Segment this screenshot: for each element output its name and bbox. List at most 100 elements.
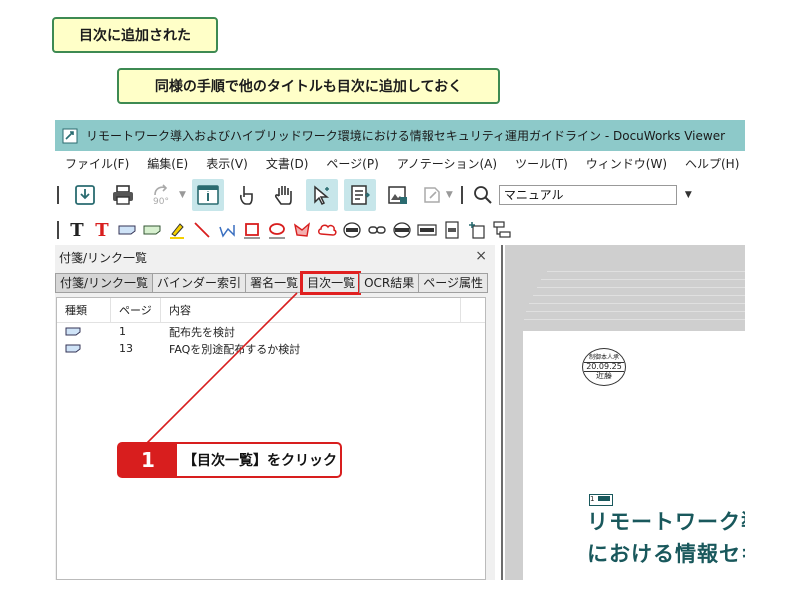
- column-header-page[interactable]: ページ: [111, 298, 161, 322]
- menu-bar: ファイル(F) 編集(E) 表示(V) 文書(D) ページ(P) アノテーション…: [55, 151, 745, 175]
- table-row[interactable]: 13 FAQを別途配布するか検討: [57, 340, 485, 357]
- page-size-a4-icon[interactable]: [442, 220, 462, 240]
- print-button[interactable]: [107, 179, 139, 211]
- search-dropdown-chevron-icon[interactable]: ▼: [685, 190, 692, 200]
- row-content: FAQを別途配布するか検討: [169, 342, 301, 356]
- doc-number-badge: 1: [589, 494, 613, 506]
- date-stamp-icon[interactable]: [392, 220, 412, 240]
- sticky-note-green-icon[interactable]: [142, 220, 162, 240]
- tab-signature-list[interactable]: 署名一覧: [245, 273, 303, 293]
- line-icon[interactable]: [192, 220, 212, 240]
- document-viewer: 制御本人承 20.09.25 近藤 1 リモートワーク導 における情報セキ: [505, 245, 745, 580]
- search-icon: [473, 185, 493, 205]
- sticky-note-blue-icon[interactable]: [117, 220, 137, 240]
- step-callout: 1 【目次一覧】をクリック: [117, 442, 342, 478]
- link-icon[interactable]: [367, 220, 387, 240]
- rectangle-icon[interactable]: [242, 220, 262, 240]
- step-number: 1: [119, 444, 177, 476]
- cursor-arrow-icon: [314, 185, 329, 206]
- page-stack-edge: [533, 295, 745, 296]
- save-button[interactable]: [69, 179, 101, 211]
- menu-tools[interactable]: ツール(T): [505, 155, 576, 172]
- annotation-toolbar: T T: [55, 216, 745, 244]
- annotation-list: 種類 ページ 内容 1 配布先を検討 13 FAQを別途配布するか検討: [56, 297, 486, 580]
- app-window: リモートワーク導入およびハイブリッドワーク環境における情報セキュリティ運用ガイド…: [55, 120, 745, 580]
- menu-window[interactable]: ウィンドウ(W): [576, 155, 675, 172]
- select-tool-button[interactable]: [305, 179, 338, 211]
- table-row[interactable]: 1 配布先を検討: [57, 323, 485, 340]
- touch-finger-icon: [239, 186, 253, 205]
- page-stack-edge: [524, 319, 745, 320]
- document-page[interactable]: 制御本人承 20.09.25 近藤 1 リモートワーク導 における情報セキ: [523, 331, 745, 580]
- polygon-icon[interactable]: [292, 220, 312, 240]
- date-icon[interactable]: [417, 220, 437, 240]
- document-lines-icon: [351, 185, 370, 205]
- toolbar-separator: [460, 186, 463, 204]
- panel-splitter[interactable]: [501, 245, 503, 580]
- doc-number: 1: [590, 495, 595, 503]
- page-stack-edge: [541, 279, 745, 280]
- printer-icon: [113, 185, 133, 205]
- callout-repeat: 同様の手順で他のタイトルも目次に追加しておく: [117, 68, 500, 104]
- cloud-icon[interactable]: [317, 220, 337, 240]
- approval-stamp[interactable]: 制御本人承 20.09.25 近藤: [582, 348, 626, 386]
- stamp-name: 近藤: [596, 371, 612, 380]
- ellipse-icon[interactable]: [267, 220, 287, 240]
- chevron-down-icon[interactable]: ▼: [179, 190, 186, 200]
- tab-table-of-contents[interactable]: 目次一覧: [300, 271, 362, 295]
- hand-tool-button[interactable]: [268, 179, 300, 211]
- text-annotation-icon[interactable]: T: [67, 220, 87, 241]
- row-page: 13: [119, 342, 133, 355]
- stamp-icon[interactable]: [342, 220, 362, 240]
- step-text: 【目次一覧】をクリック: [183, 453, 337, 469]
- menu-help[interactable]: ヘルプ(H): [675, 155, 745, 172]
- menu-page[interactable]: ページ(P): [316, 155, 386, 172]
- tab-page-attributes[interactable]: ページ属性: [418, 273, 489, 293]
- page-stack-edge: [537, 287, 745, 288]
- list-header: 種類 ページ 内容: [57, 298, 485, 323]
- rotate-icon: [154, 184, 168, 196]
- main-toolbar: 90° ▼ ▼ ▼: [55, 176, 745, 214]
- menu-file[interactable]: ファイル(F): [55, 155, 137, 172]
- image-button[interactable]: [382, 179, 414, 211]
- tab-annotation-link-list[interactable]: 付箋/リンク一覧: [55, 273, 153, 293]
- sticky-note-icon: [57, 327, 111, 336]
- info-button[interactable]: [191, 179, 224, 211]
- rotate-button[interactable]: 90°: [145, 179, 177, 211]
- row-page: 1: [119, 325, 126, 338]
- add-bookmark-icon[interactable]: [467, 220, 487, 240]
- highlighter-icon[interactable]: [167, 220, 187, 240]
- save-icon: [75, 185, 95, 205]
- toolbar-separator: [57, 186, 59, 204]
- info-window-icon: [197, 185, 219, 205]
- menu-edit[interactable]: 編集(E): [137, 155, 196, 172]
- doc-title-line2: における情報セキ: [587, 542, 745, 566]
- toolbar-separator: [57, 221, 59, 239]
- column-header-type[interactable]: 種類: [57, 298, 111, 322]
- menu-annotation[interactable]: アノテーション(A): [387, 155, 505, 172]
- window-title: リモートワーク導入およびハイブリッドワーク環境における情報セキュリティ運用ガイド…: [86, 129, 726, 143]
- tab-binder-index[interactable]: バインダー索引: [152, 273, 246, 293]
- red-text-annotation-icon[interactable]: T: [92, 220, 112, 241]
- pen-gray-icon: [424, 187, 440, 203]
- touch-button[interactable]: [230, 179, 262, 211]
- page-stack-edge: [526, 311, 745, 312]
- tree-structure-icon[interactable]: [492, 220, 512, 240]
- text-select-button[interactable]: [343, 179, 376, 211]
- search-input[interactable]: [498, 185, 677, 205]
- column-header-content[interactable]: 内容: [161, 298, 461, 322]
- menu-document[interactable]: 文書(D): [256, 155, 317, 172]
- panel-header: 付箋/リンク一覧 ×: [55, 245, 495, 269]
- docuworks-app-icon: [62, 128, 78, 144]
- hand-icon: [274, 186, 292, 205]
- close-icon[interactable]: ×: [475, 248, 487, 264]
- chevron-down-icon[interactable]: ▼: [446, 190, 453, 200]
- panel-title: 付箋/リンク一覧: [59, 250, 148, 265]
- tab-ocr-result[interactable]: OCR結果: [359, 273, 419, 293]
- annotation-button[interactable]: [420, 179, 444, 211]
- menu-view[interactable]: 表示(V): [196, 155, 256, 172]
- row-content: 配布先を検討: [169, 325, 235, 339]
- doc-number-bar: [597, 496, 610, 501]
- title-bar: リモートワーク導入およびハイブリッドワーク環境における情報セキュリティ運用ガイド…: [55, 120, 745, 151]
- polyline-icon[interactable]: [217, 220, 237, 240]
